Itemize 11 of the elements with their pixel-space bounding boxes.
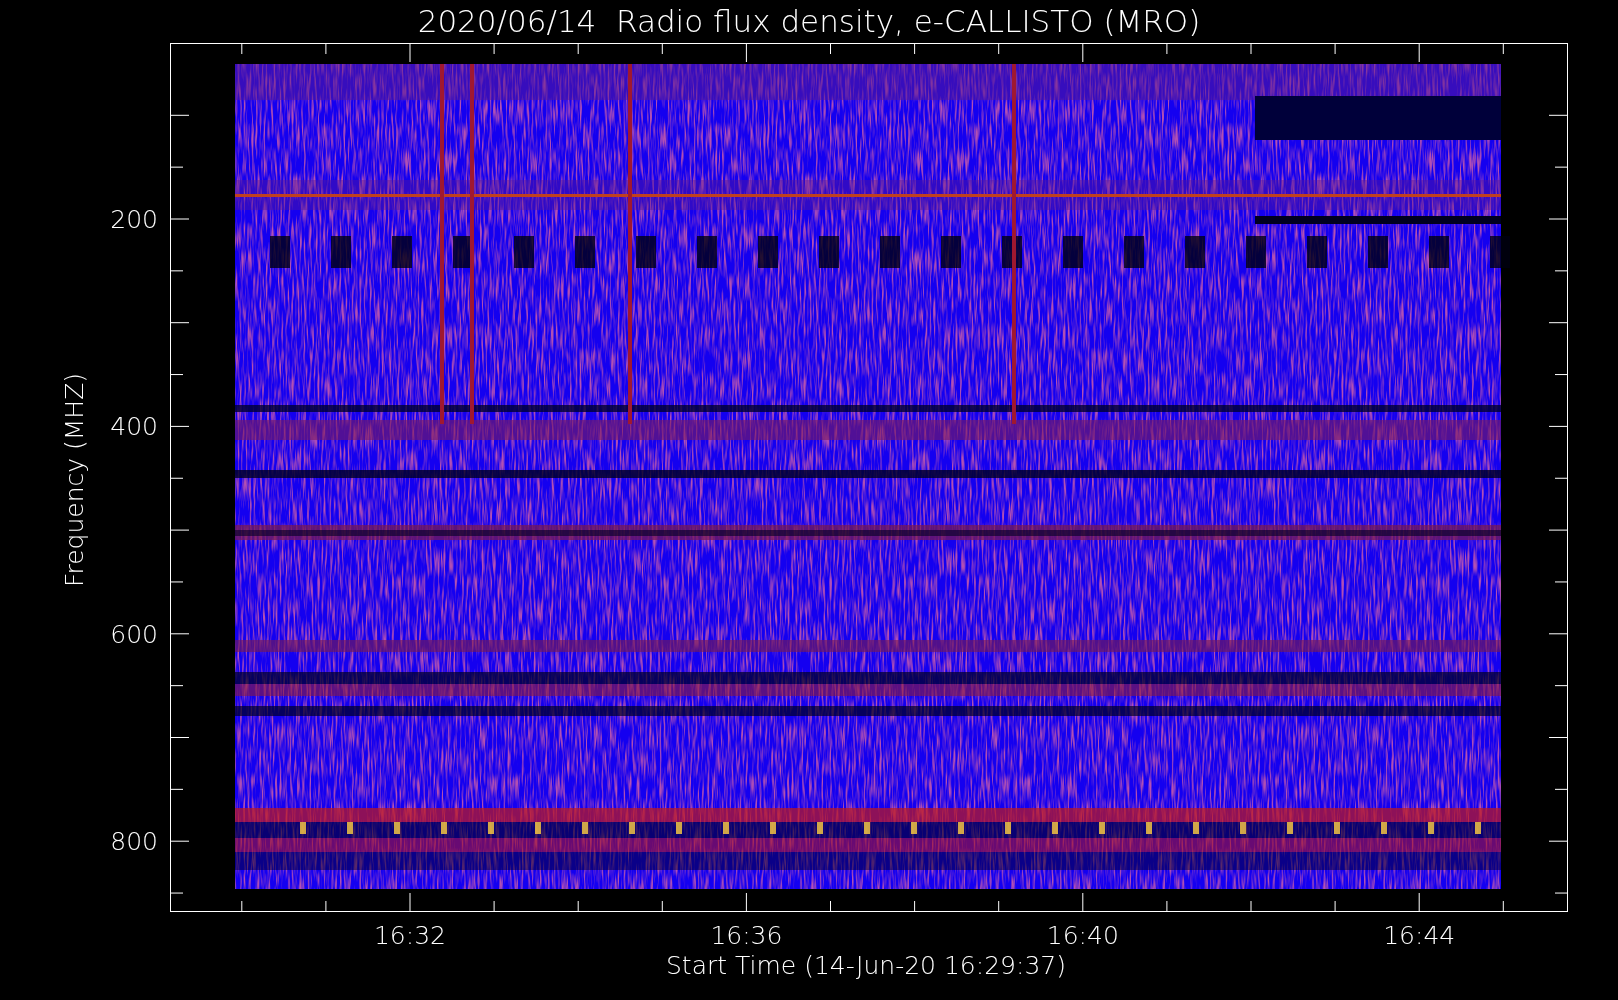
chart-title: 2020/06/14 Radio flux density, e-CALLISTO (MRO) xyxy=(417,3,1201,39)
y-tick-label: 800 xyxy=(110,827,158,857)
y-tick-label: 400 xyxy=(110,412,158,442)
x-tick-label: 16:32 xyxy=(374,921,446,950)
y-tick-label: 200 xyxy=(110,205,158,234)
x-tick-label: 16:40 xyxy=(1046,921,1119,950)
y-axis-label: Frequency (MHZ) xyxy=(60,372,89,588)
y-tick-label: 600 xyxy=(110,619,158,649)
x-axis-label: Start Time (14-Jun-20 16:29:37) xyxy=(666,951,1066,980)
x-tick-label: 16:44 xyxy=(1383,921,1456,950)
x-tick-label: 16:36 xyxy=(710,921,783,950)
